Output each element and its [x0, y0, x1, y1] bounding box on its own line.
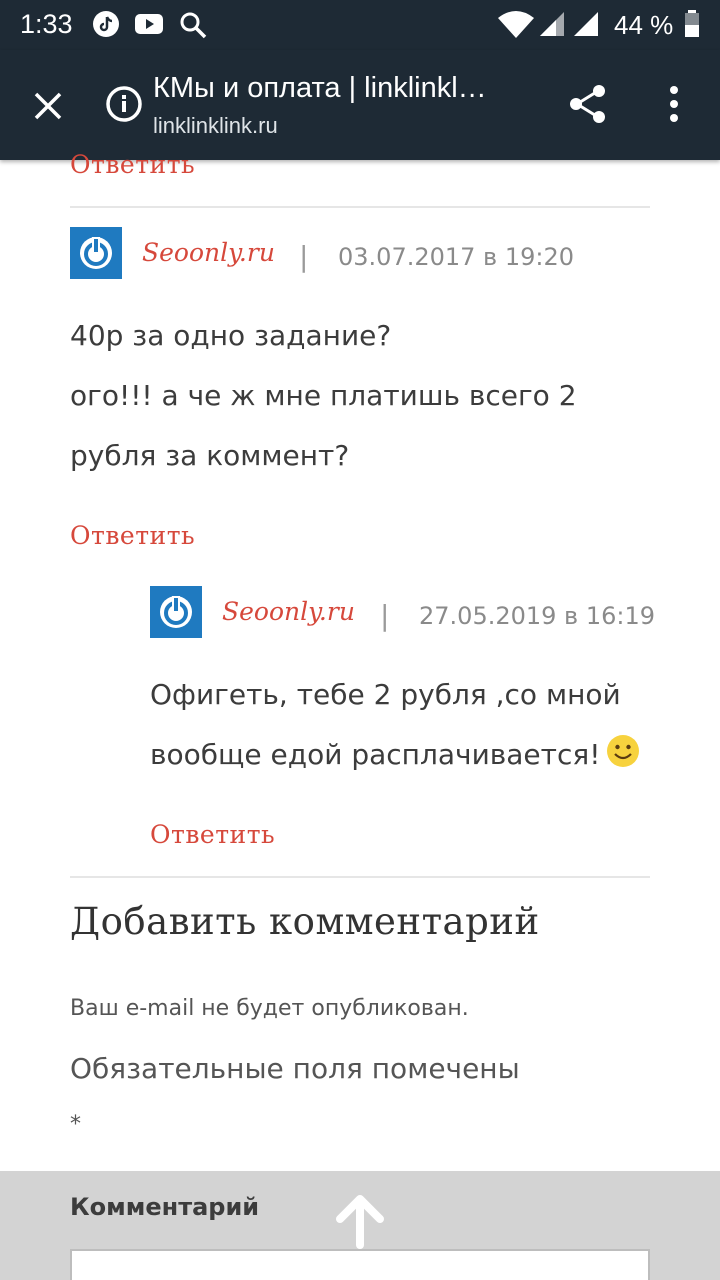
reply-link[interactable]: Ответить [150, 820, 275, 849]
comment-line: Офигеть, тебе 2 рубля ,со мной [150, 678, 621, 711]
close-icon[interactable] [22, 80, 74, 132]
youtube-icon [135, 14, 163, 34]
power-icon [160, 596, 192, 628]
comment-date[interactable]: 03.07.2017 в 19:20 [338, 243, 574, 271]
tiktok-icon [93, 11, 119, 37]
comment-textarea[interactable] [70, 1249, 650, 1280]
email-note: Ваш e-mail не будет опубликован. [70, 996, 469, 1021]
comment-body: Офигеть, тебе 2 рубля ,со мной вообще ед… [150, 665, 640, 785]
reply-link[interactable]: Ответить [70, 150, 195, 179]
comment-line: 40р за одно задание? [70, 319, 392, 352]
search-icon [180, 12, 207, 39]
signal-icon [540, 12, 564, 36]
share-icon[interactable] [566, 82, 610, 126]
avatar [150, 586, 202, 638]
status-bar: 1:33 44 % [0, 0, 720, 50]
comment-line: ого!!! а че ж мне платишь всего 2 [70, 379, 577, 412]
reply-link[interactable]: Ответить [70, 521, 195, 550]
comment-author[interactable]: Seoonly.ru [142, 238, 275, 267]
smiley-icon [607, 735, 640, 767]
power-icon [80, 237, 112, 269]
battery-level: 44 % [614, 10, 674, 40]
comment-author[interactable]: Seoonly.ru [222, 597, 355, 626]
comment-line: рубля за коммент? [70, 439, 350, 472]
comment-date[interactable]: 27.05.2019 в 16:19 [419, 602, 655, 630]
comment-body: 40р за одно задание? ого!!! а че ж мне п… [70, 306, 577, 486]
signal-icon [574, 12, 598, 36]
divider [70, 206, 650, 208]
more-vert-icon[interactable] [660, 82, 688, 126]
comment-line: вообще едой расплачивается! [150, 725, 640, 785]
meta-separator: | [380, 599, 390, 632]
battery-icon [685, 10, 699, 37]
required-fields-note: Обязательные поля помечены [70, 1052, 520, 1085]
info-icon[interactable] [104, 84, 144, 124]
meta-separator: | [299, 240, 309, 273]
comment-label: Комментарий [70, 1193, 260, 1221]
required-asterisk: * [70, 1112, 81, 1137]
comment-line-text: вообще едой расплачивается! [150, 738, 601, 771]
comment-form: Комментарий [0, 1171, 720, 1280]
divider [70, 876, 650, 878]
arrow-up-icon[interactable] [330, 1191, 390, 1251]
page-title: КМы и оплата | linklinkl… [153, 72, 487, 104]
browser-toolbar: КМы и оплата | linklinkl… linklinklink.r… [0, 50, 720, 160]
status-time: 1:33 [20, 9, 73, 39]
page-url: linklinklink.ru [153, 113, 278, 138]
avatar [70, 227, 122, 279]
add-comment-heading: Добавить комментарий [70, 900, 540, 943]
wifi-icon [498, 11, 534, 38]
